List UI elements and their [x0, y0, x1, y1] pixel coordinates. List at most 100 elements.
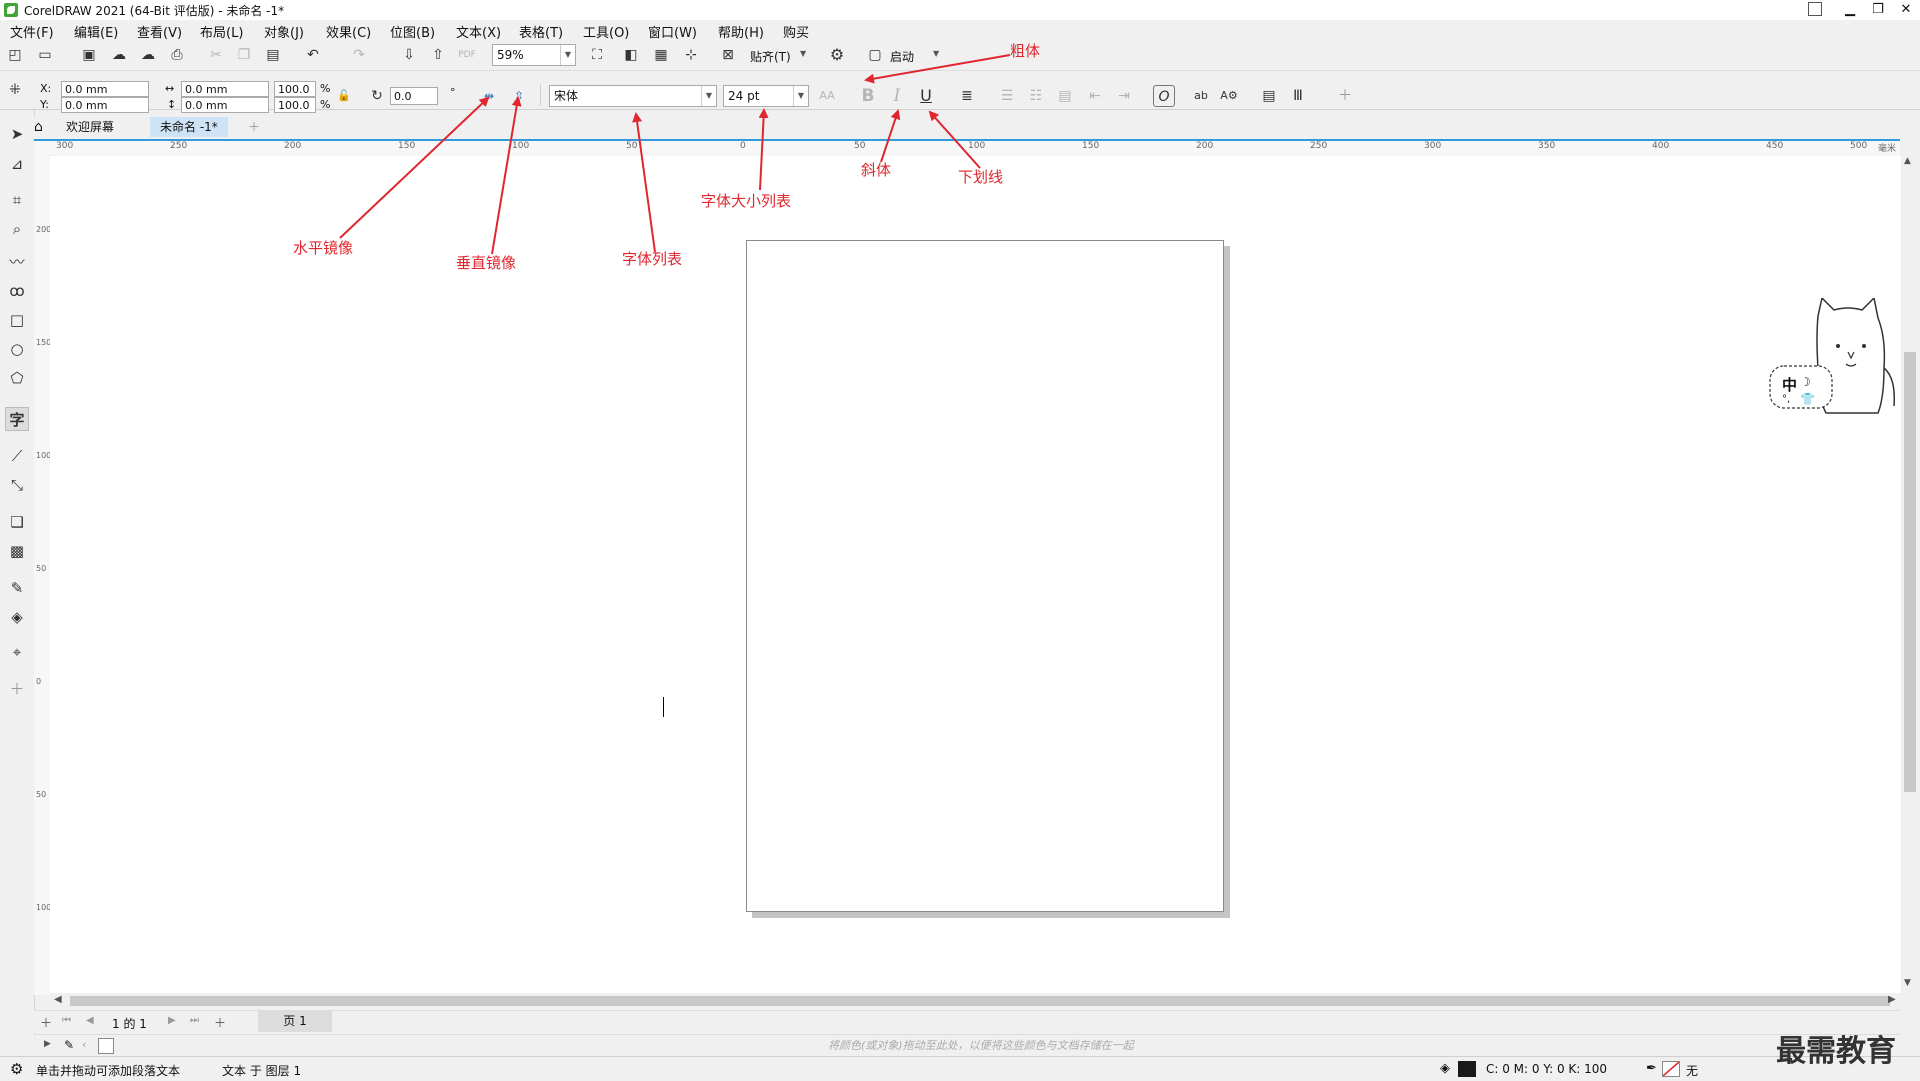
- object-origin-icon[interactable]: ⁜: [4, 79, 26, 101]
- open-folder-icon[interactable]: ▭: [34, 44, 56, 66]
- add-tool-icon[interactable]: ＋: [5, 677, 29, 701]
- scroll-left-icon[interactable]: ◀: [54, 994, 62, 1005]
- shape-tool-icon[interactable]: ⊿: [5, 152, 29, 176]
- launch-dropdown[interactable]: 启动: [890, 48, 914, 65]
- bullet-list-icon[interactable]: ☰: [996, 85, 1018, 107]
- import-icon[interactable]: ⇩: [398, 44, 420, 66]
- ellipse-tool-icon[interactable]: ○: [5, 337, 29, 361]
- add-page-icon[interactable]: ＋: [40, 1014, 52, 1031]
- home-icon[interactable]: ⌂: [34, 119, 50, 135]
- underline-button[interactable]: U: [915, 85, 937, 107]
- vertical-text-icon[interactable]: Ⅲ: [1287, 85, 1309, 107]
- bold-button[interactable]: B: [857, 85, 879, 107]
- text-alignment-icon[interactable]: ≣: [956, 85, 978, 107]
- ime-mascot[interactable]: 中 ☽ °, 👕: [1768, 296, 1898, 416]
- copy-icon[interactable]: ❐: [233, 44, 255, 66]
- height-field[interactable]: 0.0 mm: [181, 97, 269, 113]
- document-page[interactable]: [746, 240, 1224, 912]
- edit-text-icon[interactable]: A⚙: [1218, 85, 1240, 107]
- artistic-media-icon[interactable]: ꝏ: [5, 279, 29, 303]
- vertical-mirror-icon[interactable]: ⇳: [508, 85, 530, 107]
- smart-fill-icon[interactable]: ⌖: [5, 640, 29, 664]
- menu-window[interactable]: 窗口(W): [648, 22, 697, 41]
- close-button[interactable]: ✕: [1892, 0, 1920, 20]
- menu-buy[interactable]: 购买: [783, 22, 809, 41]
- drop-shadow-icon[interactable]: ❏: [5, 510, 29, 534]
- zoom-level-select[interactable]: 59% ▼: [492, 44, 576, 66]
- horizontal-scroll-thumb[interactable]: [70, 996, 1890, 1006]
- cloud-upload-icon[interactable]: ☁: [137, 44, 159, 66]
- eyedropper-icon[interactable]: ✎: [5, 576, 29, 600]
- polygon-tool-icon[interactable]: ⬠: [5, 366, 29, 390]
- show-guidelines-icon[interactable]: ⊹: [680, 44, 702, 66]
- x-position-field[interactable]: 0.0 mm: [61, 81, 149, 97]
- save-icon[interactable]: ▣: [78, 44, 100, 66]
- crop-tool-icon[interactable]: ⌗: [5, 188, 29, 212]
- font-list-select[interactable]: 宋体 ▼: [549, 85, 717, 107]
- settings-gear-icon[interactable]: ⚙: [10, 1060, 23, 1078]
- no-color-icon[interactable]: [98, 1038, 114, 1054]
- vertical-ruler[interactable]: 200 150 100 50 0 50 100: [34, 155, 51, 995]
- undo-icon[interactable]: ↶: [302, 44, 324, 66]
- menu-layout[interactable]: 布局(L): [200, 22, 243, 41]
- add-page-after-icon[interactable]: ＋: [214, 1014, 226, 1031]
- menu-file[interactable]: 文件(F): [10, 22, 54, 41]
- zoom-tool-icon[interactable]: ⌕: [5, 217, 29, 241]
- pdf-export-icon[interactable]: PDF: [456, 44, 478, 66]
- redo-icon[interactable]: ↷: [348, 44, 370, 66]
- tab-welcome-screen[interactable]: 欢迎屏幕: [56, 117, 124, 137]
- eyedropper-icon[interactable]: ✎: [64, 1038, 74, 1052]
- show-grid-icon[interactable]: ▦: [650, 44, 672, 66]
- full-screen-icon[interactable]: ⛶: [586, 44, 608, 66]
- next-page-icon[interactable]: ▶: [168, 1015, 176, 1026]
- last-page-icon[interactable]: ⏭: [190, 1015, 199, 1026]
- decrease-indent-icon[interactable]: ⇤: [1084, 85, 1106, 107]
- page-tab-1[interactable]: 页 1: [258, 1010, 332, 1032]
- menu-view[interactable]: 查看(V): [137, 22, 182, 41]
- rectangle-tool-icon[interactable]: □: [5, 308, 29, 332]
- menu-bitmap[interactable]: 位图(B): [390, 22, 435, 41]
- horizontal-mirror-icon[interactable]: ⇹: [478, 85, 500, 107]
- cloud-download-icon[interactable]: ☁: [108, 44, 130, 66]
- scale-height-field[interactable]: 100.0: [274, 97, 316, 113]
- chevron-left-icon[interactable]: ‹: [82, 1038, 86, 1051]
- restore-button[interactable]: ❐: [1864, 0, 1892, 20]
- font-scale-icon[interactable]: AA: [816, 85, 838, 107]
- show-rulers-icon[interactable]: ◧: [620, 44, 642, 66]
- cut-icon[interactable]: ✂: [205, 44, 227, 66]
- menu-object[interactable]: 对象(J): [264, 22, 304, 41]
- interactive-fill-icon[interactable]: ◈: [5, 605, 29, 629]
- menu-edit[interactable]: 编辑(E): [74, 22, 118, 41]
- text-properties-icon[interactable]: ab: [1190, 85, 1212, 107]
- account-icon[interactable]: [1808, 2, 1822, 16]
- export-icon[interactable]: ⇧: [427, 44, 449, 66]
- scale-width-field[interactable]: 100.0: [274, 81, 316, 97]
- rotate-icon[interactable]: ↻: [366, 85, 388, 107]
- transparency-tool-icon[interactable]: ▩: [5, 539, 29, 563]
- scroll-up-icon[interactable]: ▲: [1904, 156, 1911, 166]
- menu-tools[interactable]: 工具(O): [583, 22, 629, 41]
- previous-page-icon[interactable]: ◀: [86, 1015, 94, 1026]
- launch-icon[interactable]: ▢: [864, 44, 886, 66]
- drop-cap-icon[interactable]: ▤: [1054, 85, 1076, 107]
- snap-off-icon[interactable]: ⊠: [717, 44, 739, 66]
- font-size-select[interactable]: 24 pt ▼: [723, 85, 809, 107]
- menu-effects[interactable]: 效果(C): [326, 22, 371, 41]
- first-page-icon[interactable]: ⏮: [62, 1015, 71, 1026]
- pick-tool-icon[interactable]: ➤: [5, 122, 29, 146]
- parallel-dimension-icon[interactable]: ⟋: [5, 444, 29, 468]
- options-gear-icon[interactable]: ⚙: [826, 44, 848, 66]
- lock-ratio-icon[interactable]: 🔓: [333, 85, 355, 107]
- new-tab-icon[interactable]: ＋: [246, 119, 262, 135]
- freehand-tool-icon[interactable]: 〰: [5, 250, 29, 274]
- print-icon[interactable]: ⎙: [166, 44, 188, 66]
- scroll-down-icon[interactable]: ▼: [1904, 978, 1911, 988]
- horizontal-text-icon[interactable]: ▤: [1258, 85, 1280, 107]
- menu-text[interactable]: 文本(X): [456, 22, 501, 41]
- add-toolbar-item-icon[interactable]: ＋: [1334, 85, 1356, 107]
- text-tool-icon[interactable]: 字: [5, 407, 29, 431]
- scroll-right-icon[interactable]: ▶: [1888, 994, 1896, 1005]
- vertical-scroll-thumb[interactable]: [1904, 352, 1916, 792]
- menu-help[interactable]: 帮助(H): [718, 22, 764, 41]
- width-field[interactable]: 0.0 mm: [181, 81, 269, 97]
